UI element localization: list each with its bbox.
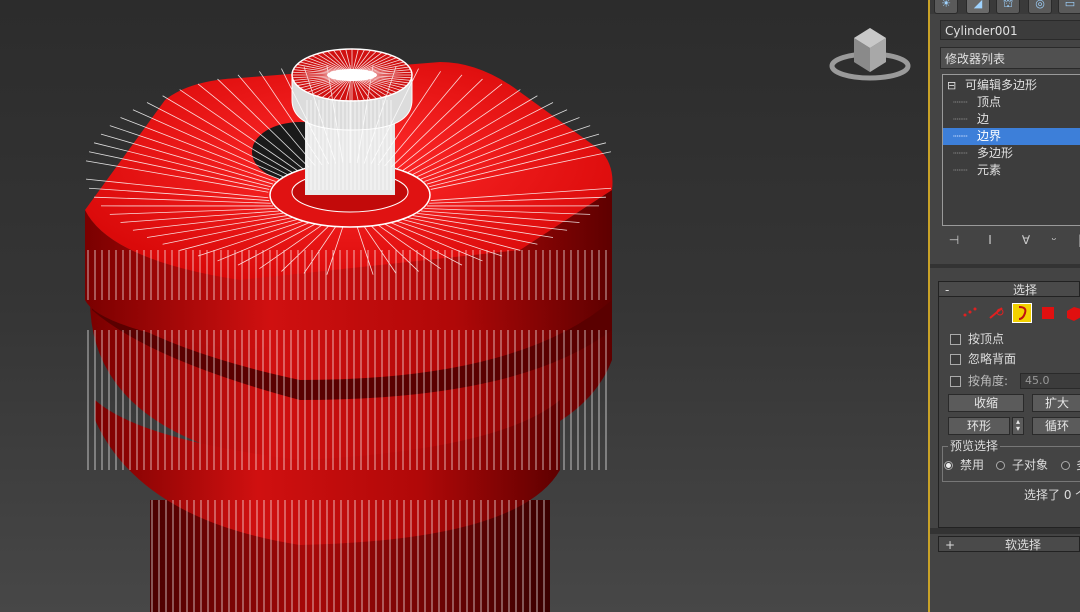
panel-divider bbox=[930, 528, 1080, 534]
tree-connector-icon: ┈┈ bbox=[953, 112, 968, 126]
stack-root-editable-poly[interactable]: ⊟ 可编辑多边形 bbox=[943, 77, 1080, 94]
by-angle-label: 按角度: bbox=[968, 374, 1009, 388]
by-vertex-checkbox[interactable] bbox=[950, 334, 961, 345]
ignore-backfacing-checkbox[interactable] bbox=[950, 354, 961, 365]
rollout-title: 选择 bbox=[1013, 283, 1038, 297]
edge-level-icon[interactable] bbox=[986, 303, 1006, 323]
tab-motion[interactable]: ◎ bbox=[1028, 0, 1052, 14]
expand-icon: + bbox=[945, 538, 956, 552]
tab-modify[interactable]: ◢ bbox=[966, 0, 990, 14]
object-name-field[interactable]: Cylinder001 bbox=[940, 20, 1080, 40]
stack-item-label: 边 bbox=[977, 112, 990, 126]
loop-button[interactable]: 循环 bbox=[1032, 417, 1080, 435]
rollout-title: 软选择 bbox=[1005, 538, 1042, 552]
command-panel-tabs: ☀ ◢ ⛫ ◎ ▭ bbox=[930, 0, 1080, 14]
ring-spinner-icon[interactable]: ▴ ▾ bbox=[1012, 417, 1024, 435]
pin-stack-icon[interactable]: ⊣ bbox=[946, 232, 962, 248]
border-level-icon[interactable] bbox=[1012, 303, 1032, 323]
preview-subobject-radio[interactable] bbox=[996, 461, 1005, 470]
stack-item-element[interactable]: ┈┈ 元素 bbox=[943, 162, 1080, 179]
panel-divider bbox=[930, 264, 1080, 268]
selection-rollout-header[interactable]: - 选择 bbox=[938, 281, 1080, 297]
tree-connector-icon: ┈┈ bbox=[953, 163, 968, 177]
preview-multi-radio[interactable] bbox=[1061, 461, 1070, 470]
viewport-perspective[interactable] bbox=[0, 0, 930, 612]
polygon-level-icon[interactable] bbox=[1038, 303, 1058, 323]
modifier-stack[interactable]: ⊟ 可编辑多边形 ┈┈ 顶点 ┈┈ 边 ┈┈ 边界 ┈┈ 多边形 ┈┈ 元素 bbox=[942, 74, 1080, 226]
tab-display[interactable]: ▭ bbox=[1058, 0, 1080, 14]
viewcube-icon[interactable] bbox=[828, 18, 912, 88]
tree-connector-icon: ┈┈ bbox=[953, 146, 968, 160]
stack-root-label: 可编辑多边形 bbox=[965, 78, 1038, 92]
ring-button[interactable]: 环形 bbox=[948, 417, 1010, 435]
tree-connector-icon: ┈┈ bbox=[953, 129, 968, 143]
grow-button[interactable]: 扩大 bbox=[1032, 394, 1080, 412]
by-angle-checkbox[interactable] bbox=[950, 376, 961, 387]
stack-item-label: 多边形 bbox=[977, 146, 1014, 160]
stack-item-label: 边界 bbox=[977, 129, 1002, 143]
stack-expand-icon[interactable]: ⊟ bbox=[947, 77, 956, 94]
cylinder-model[interactable] bbox=[0, 0, 928, 612]
tab-hierarchy[interactable]: ⛫ bbox=[996, 0, 1020, 14]
make-unique-icon[interactable]: ∀ bbox=[1018, 232, 1034, 248]
configure-modifier-sets-icon[interactable]: | bbox=[1072, 232, 1080, 248]
modifier-list-dropdown[interactable]: 修改器列表 bbox=[940, 47, 1080, 69]
collapse-icon: - bbox=[945, 283, 950, 297]
ignore-backfacing-label: 忽略背面 bbox=[968, 352, 1017, 366]
stack-item-polygon[interactable]: ┈┈ 多边形 bbox=[943, 145, 1080, 162]
tree-connector-icon: ┈┈ bbox=[953, 95, 968, 109]
remove-modifier-icon[interactable]: ᵕ bbox=[1046, 232, 1062, 248]
stack-item-border[interactable]: ┈┈ 边界 bbox=[943, 128, 1080, 145]
preview-option-label: 多 bbox=[1076, 457, 1080, 473]
preview-option-label: 禁用 bbox=[960, 458, 985, 472]
vertex-level-icon[interactable] bbox=[960, 303, 980, 323]
angle-spinner[interactable]: 45.0 bbox=[1020, 373, 1080, 389]
stack-item-label: 顶点 bbox=[977, 95, 1002, 109]
stack-item-edge[interactable]: ┈┈ 边 bbox=[943, 111, 1080, 128]
by-vertex-label: 按顶点 bbox=[968, 332, 1005, 346]
stack-item-label: 元素 bbox=[977, 163, 1002, 177]
stack-item-vertex[interactable]: ┈┈ 顶点 bbox=[943, 94, 1080, 111]
tab-create[interactable]: ☀ bbox=[934, 0, 958, 14]
command-panel: ☀ ◢ ⛫ ◎ ▭ Cylinder001 修改器列表 ⊟ 可编辑多边形 ┈┈ 顶… bbox=[930, 0, 1080, 612]
selection-status-text: 选择了 0 个 bbox=[1024, 488, 1080, 502]
preview-option-label: 子对象 bbox=[1012, 458, 1049, 472]
soft-selection-rollout-header[interactable]: + 软选择 bbox=[938, 536, 1080, 552]
shrink-button[interactable]: 收缩 bbox=[948, 394, 1024, 412]
show-end-result-icon[interactable]: Ⅰ bbox=[982, 232, 998, 248]
preview-selection-label: 预览选择 bbox=[948, 438, 1001, 454]
element-level-icon[interactable] bbox=[1064, 303, 1080, 323]
preview-disabled-radio[interactable] bbox=[944, 461, 953, 470]
